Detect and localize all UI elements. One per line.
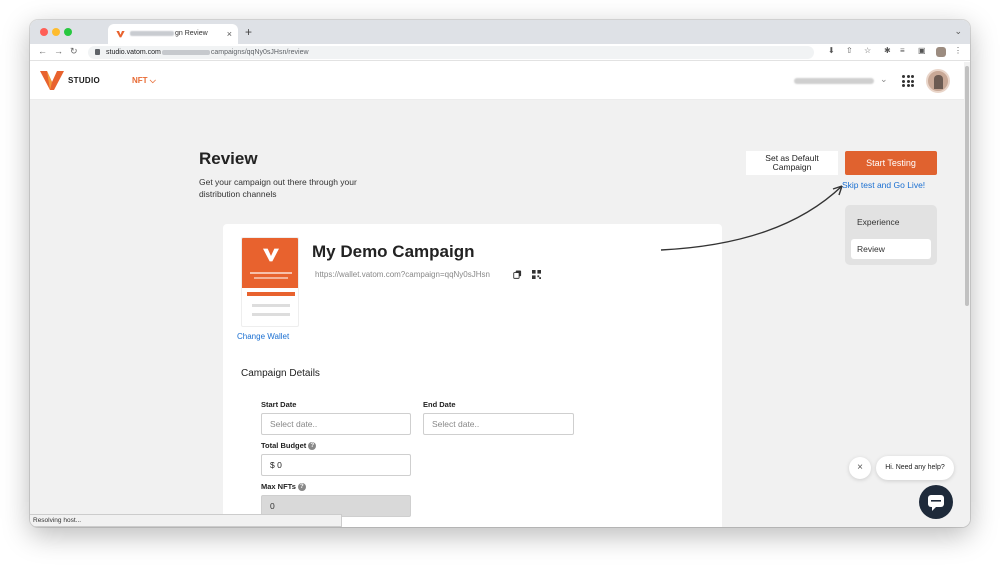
- campaign-url: https://wallet.vatom.com?campaign=qqNy0s…: [315, 270, 490, 279]
- chat-help-prompt[interactable]: Hi. Need any help?: [876, 456, 954, 480]
- help-icon[interactable]: ?: [308, 442, 317, 451]
- set-default-campaign-button[interactable]: Set as Default Campaign: [746, 151, 838, 175]
- max-nfts-label: Max NFTs?: [261, 482, 306, 492]
- maximize-window-button[interactable]: [64, 28, 72, 36]
- campaign-name: My Demo Campaign: [312, 242, 475, 261]
- main-content: Review Get your campaign out there throu…: [30, 100, 964, 527]
- reading-list-icon[interactable]: ≡: [900, 46, 905, 55]
- browser-tab-review[interactable]: gn Review ×: [108, 24, 238, 44]
- studio-brand: STUDIO: [68, 76, 101, 85]
- chat-close-icon[interactable]: ×: [849, 457, 871, 479]
- step-review[interactable]: Review: [851, 239, 931, 259]
- vatom-logo-icon[interactable]: [40, 70, 64, 91]
- wallet-logo-icon: [263, 248, 279, 262]
- apps-grid-icon[interactable]: [902, 75, 914, 87]
- step-experience[interactable]: Experience: [851, 212, 931, 232]
- page-scrollbar[interactable]: [964, 62, 970, 527]
- url-path: campaigns/qqNy0sJHsn/review: [210, 49, 309, 56]
- browser-menu-icon[interactable]: ⋮: [954, 46, 962, 55]
- install-app-icon[interactable]: ⬇: [828, 46, 835, 55]
- tab-strip: gn Review × + ⌄: [30, 20, 970, 44]
- wallet-preview-line: [250, 272, 292, 274]
- bookmark-star-icon[interactable]: ☆: [864, 46, 871, 55]
- reload-icon[interactable]: ↻: [70, 46, 78, 57]
- total-budget-label-text: Total Budget: [261, 441, 307, 450]
- url-host: studio.vatom.com: [106, 49, 161, 56]
- chat-bubble-icon: [928, 495, 944, 511]
- address-bar[interactable]: studio.vatom.com campaigns/qqNy0sJHsn/rev…: [88, 46, 814, 59]
- wallet-preview-row: [252, 304, 290, 307]
- wallet-preview: [241, 237, 299, 327]
- tab-search-chevron-icon[interactable]: ⌄: [954, 26, 962, 37]
- browser-window: gn Review × + ⌄ ← → ↻ studio.vatom.com ca…: [30, 20, 970, 527]
- page-subtitle: Get your campaign out there through your…: [199, 177, 357, 199]
- skip-test-go-live-link[interactable]: Skip test and Go Live!: [842, 180, 925, 190]
- qr-code-icon[interactable]: [532, 270, 541, 279]
- new-tab-button[interactable]: +: [245, 25, 252, 39]
- section-title-campaign-details: Campaign Details: [241, 368, 320, 379]
- vatom-favicon-icon: [116, 31, 125, 38]
- scrollbar-thumb[interactable]: [965, 66, 969, 306]
- user-email-redacted[interactable]: [794, 78, 874, 84]
- extensions-icon[interactable]: ✱: [884, 46, 891, 55]
- url-redacted: [161, 49, 210, 55]
- start-date-input[interactable]: Select date..: [261, 413, 411, 435]
- max-nfts-label-text: Max NFTs: [261, 482, 296, 491]
- tab-title: gn Review: [175, 30, 208, 37]
- chevron-down-icon[interactable]: ⌄: [880, 74, 888, 85]
- back-arrow-icon[interactable]: ←: [38, 46, 47, 56]
- app-header: STUDIO NFT ⌵ ⌄: [30, 62, 970, 100]
- minimize-window-button[interactable]: [52, 28, 60, 36]
- browser-profile-avatar[interactable]: [936, 47, 946, 57]
- forward-arrow-icon[interactable]: →: [54, 46, 63, 56]
- start-date-label: Start Date: [261, 400, 297, 409]
- change-wallet-link[interactable]: Change Wallet: [237, 332, 289, 341]
- wallet-preview-button: [247, 292, 295, 296]
- page-title: Review: [199, 149, 258, 168]
- tab-close-icon[interactable]: ×: [227, 24, 232, 44]
- start-testing-button[interactable]: Start Testing: [845, 151, 937, 175]
- share-icon[interactable]: ⇧: [846, 46, 853, 55]
- campaign-card: Change Wallet My Demo Campaign https://w…: [223, 224, 722, 527]
- wallet-preview-line: [254, 277, 288, 279]
- end-date-label: End Date: [423, 400, 456, 409]
- copy-icon[interactable]: [513, 270, 522, 279]
- wallet-preview-header: [242, 238, 298, 288]
- nft-menu-dropdown[interactable]: NFT ⌵: [132, 76, 156, 86]
- lock-icon: [95, 49, 100, 55]
- side-panel-icon[interactable]: ▣: [918, 46, 926, 55]
- chat-launcher-button[interactable]: [919, 485, 953, 519]
- wallet-preview-row: [252, 313, 290, 316]
- total-budget-label: Total Budget?: [261, 441, 317, 451]
- browser-toolbar: ← → ↻ studio.vatom.com campaigns/qqNy0sJH…: [30, 44, 970, 61]
- close-window-button[interactable]: [40, 28, 48, 36]
- help-icon[interactable]: ?: [297, 483, 306, 492]
- end-date-input[interactable]: Select date..: [423, 413, 574, 435]
- avatar[interactable]: [926, 69, 950, 93]
- tab-title-redacted: [130, 30, 174, 36]
- total-budget-input[interactable]: $ 0: [261, 454, 411, 476]
- browser-status-bar: Resolving host...: [30, 514, 342, 527]
- step-navigation: Experience Review: [845, 205, 937, 265]
